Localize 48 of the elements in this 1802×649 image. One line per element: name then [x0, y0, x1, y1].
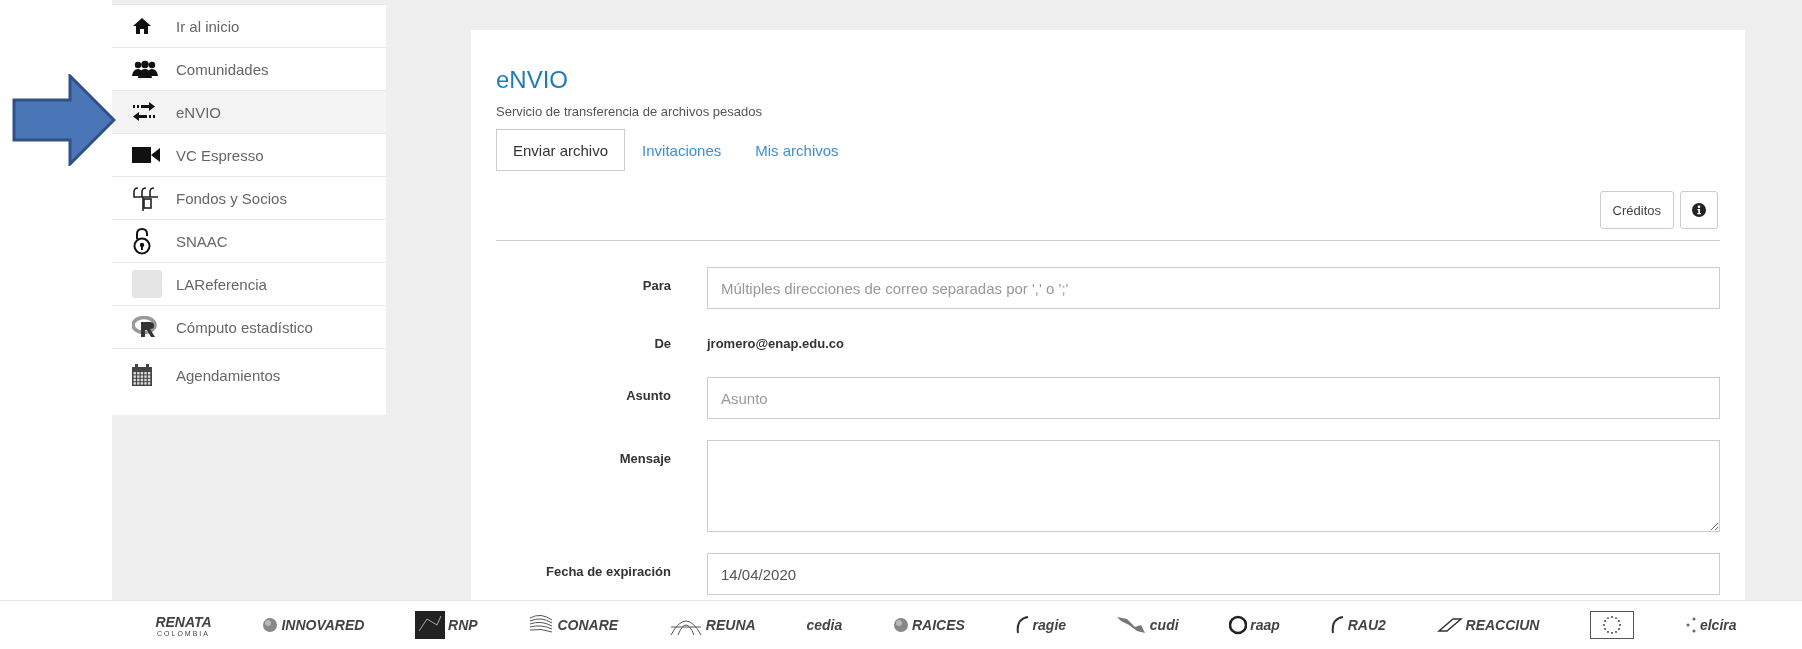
partner-logo: cudi — [1116, 615, 1179, 635]
field-label: Para — [641, 277, 671, 293]
field-label: Asunto — [625, 387, 671, 403]
sidebar-item[interactable]: SNAAC — [112, 220, 386, 263]
padlock-icon — [132, 227, 152, 255]
sidebar-item[interactable]: LAReferencia — [112, 263, 386, 306]
info-button[interactable] — [1680, 191, 1718, 229]
sidebar-item[interactable]: Agendamientos — [112, 349, 386, 401]
sidebar-item[interactable]: Fondos y Socios — [112, 177, 386, 220]
message-field[interactable] — [707, 440, 1720, 532]
partner-logo: RAU2 — [1330, 615, 1386, 635]
field-label: Fecha de expiración — [545, 563, 671, 579]
video-camera-icon — [132, 146, 160, 164]
partner-logo: CONARE — [528, 614, 619, 636]
page-subtitle: Servicio de transferencia de archivos pesados — [496, 104, 763, 119]
partner-logo: raap — [1229, 615, 1280, 635]
partner-logo: cedia — [806, 617, 843, 633]
page-title: eNVIO — [496, 66, 570, 94]
partner-logo: ragie — [1015, 615, 1067, 635]
partner-logo: INNOVARED — [262, 617, 365, 633]
partner-logo: RNP — [415, 611, 478, 639]
field-label: Mensaje — [618, 450, 671, 466]
users-icon — [132, 60, 158, 78]
partner-logo: REUNA — [668, 615, 756, 635]
sidebar-item[interactable]: Cómputo estadístico — [112, 306, 386, 349]
home-icon — [132, 16, 152, 36]
tab[interactable]: Enviar archivo — [496, 129, 626, 171]
input-field[interactable]: Múltiples direcciones de correo separadas por ',' o ';' — [707, 267, 1720, 309]
sidebar-item[interactable]: Ir al inicio — [112, 5, 386, 48]
exchange-arrows-icon — [132, 102, 156, 122]
sidebar-item[interactable]: eNVIO — [112, 91, 386, 134]
r-letter-icon — [132, 316, 158, 338]
thumbnail-icon — [132, 270, 162, 298]
partner-logo: elcira — [1684, 615, 1737, 635]
sender-email: jromero@enap.edu.co — [707, 335, 844, 351]
input-field[interactable]: 14/04/2020 — [707, 553, 1720, 595]
sidebar-item[interactable]: VC Espresso — [112, 134, 386, 177]
partner-logo: REACCIUN — [1436, 617, 1540, 633]
field-label: De — [653, 335, 671, 351]
partner-logo — [1590, 611, 1635, 639]
calendar-icon — [132, 364, 152, 386]
tab[interactable]: Invitaciones — [625, 129, 739, 171]
input-field[interactable]: Asunto — [707, 377, 1720, 419]
partner-logo: RAICES — [892, 617, 965, 633]
info-icon — [1692, 203, 1706, 217]
credits-button[interactable]: Créditos — [1599, 191, 1674, 229]
fondos-icon — [132, 184, 160, 212]
tab[interactable]: Mis archivos — [738, 129, 856, 171]
